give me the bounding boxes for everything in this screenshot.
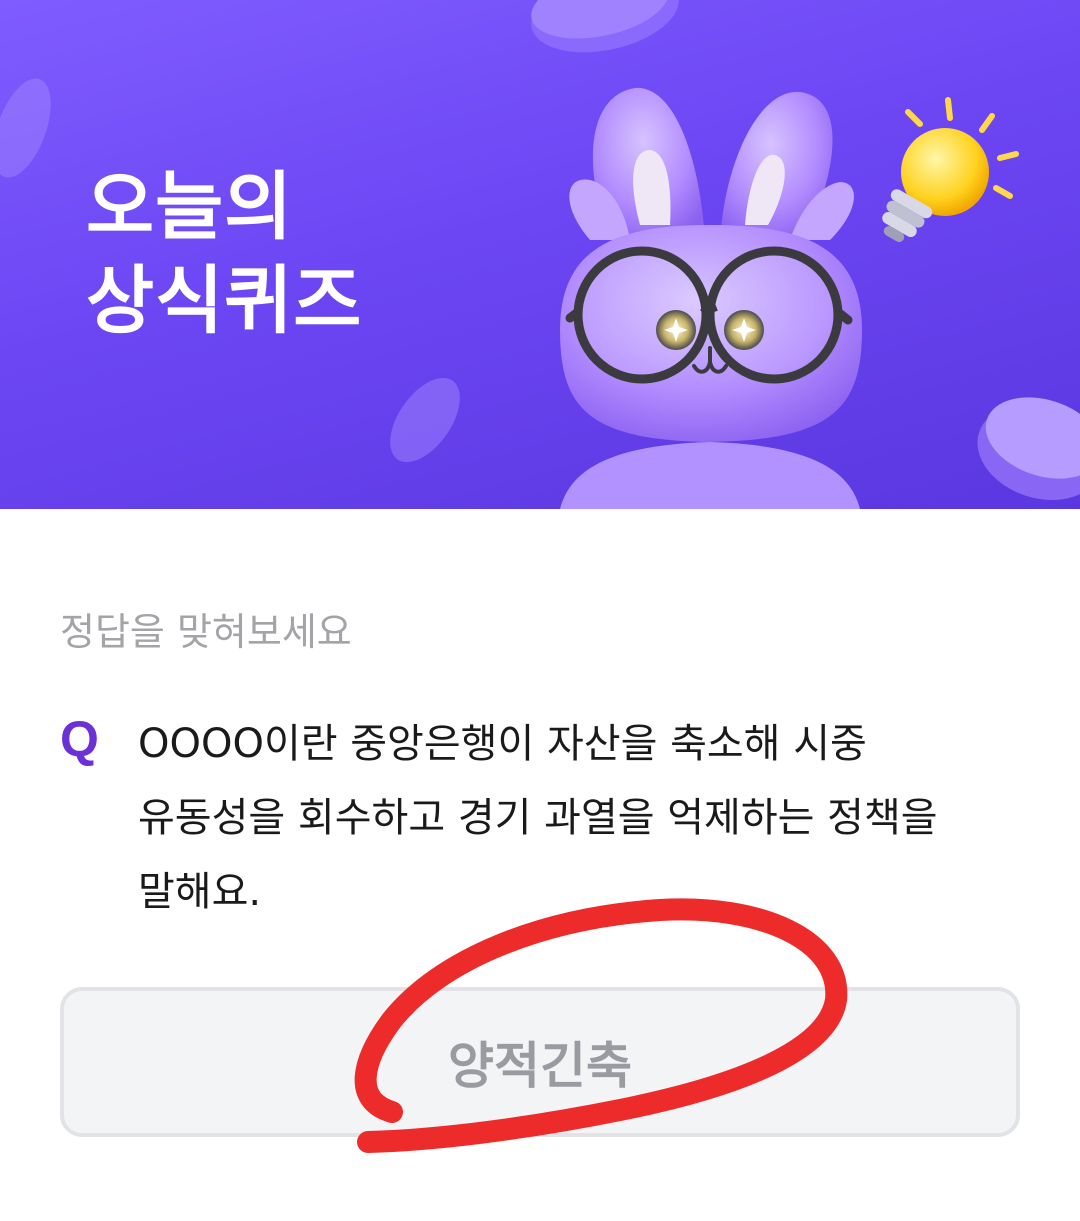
- question-q-label: Q: [60, 711, 99, 767]
- coin-icon: [531, 0, 679, 53]
- banner-title-line2: 상식퀴즈: [86, 258, 363, 344]
- coin-icon: [0, 78, 51, 178]
- answer-label: 양적긴축: [448, 1037, 632, 1095]
- rabbit-mascot: [560, 87, 862, 509]
- coin-icon: [977, 397, 1080, 501]
- light-bulb-icon: [882, 97, 1019, 243]
- banner-title-line1: 오늘의: [86, 164, 294, 250]
- coin-icon: [390, 377, 460, 463]
- quiz-banner: 오늘의 상식퀴즈: [0, 0, 1080, 509]
- quiz-hint: 정답을 맞혀보세요: [60, 610, 352, 654]
- quiz-page: 오늘의 상식퀴즈 정답을 맞혀보세요 Q OOOO이란 중앙은행이 자산을 축소…: [0, 0, 1080, 1221]
- question-text: OOOO이란 중앙은행이 자산을 축소해 시중 유동성을 회수하고 경기 과열을…: [138, 721, 938, 915]
- answer-button[interactable]: 양적긴축: [60, 987, 1020, 1137]
- banner-title: 오늘의 상식퀴즈: [86, 160, 362, 348]
